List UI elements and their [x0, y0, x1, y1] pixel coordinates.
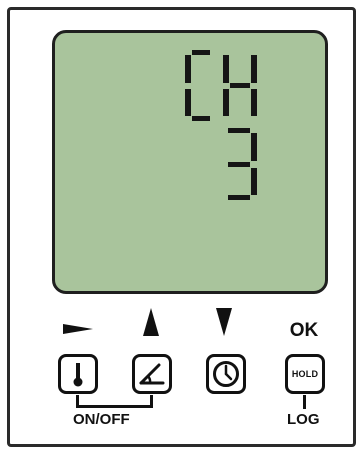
- on-off-connector-bar: [76, 405, 153, 408]
- up-triangle-arrow-icon: [143, 308, 159, 336]
- down-triangle-arrow-icon: [216, 308, 232, 336]
- lcd-display: CH 3: [52, 30, 328, 294]
- angle-button[interactable]: [132, 354, 172, 394]
- angle-icon: [139, 363, 165, 385]
- log-connector: [303, 395, 306, 409]
- segment-char-c: [185, 50, 210, 121]
- log-label: LOG: [287, 411, 320, 428]
- hold-button[interactable]: HOLD: [285, 354, 325, 394]
- segment-char-h: [223, 55, 257, 116]
- thermometer-icon: [73, 363, 83, 387]
- segment-char-3: [228, 128, 257, 200]
- ok-label: OK: [289, 320, 319, 341]
- thermometer-button[interactable]: [58, 354, 98, 394]
- right-triangle-arrow-icon: [63, 324, 93, 334]
- clock-button[interactable]: [206, 354, 246, 394]
- device-panel: CH 3 OK HOLD: [7, 7, 356, 447]
- clock-icon: [213, 361, 239, 387]
- on-off-label: ON/OFF: [73, 411, 130, 428]
- hold-button-label: HOLD: [291, 369, 319, 379]
- segment-readout: [185, 50, 257, 200]
